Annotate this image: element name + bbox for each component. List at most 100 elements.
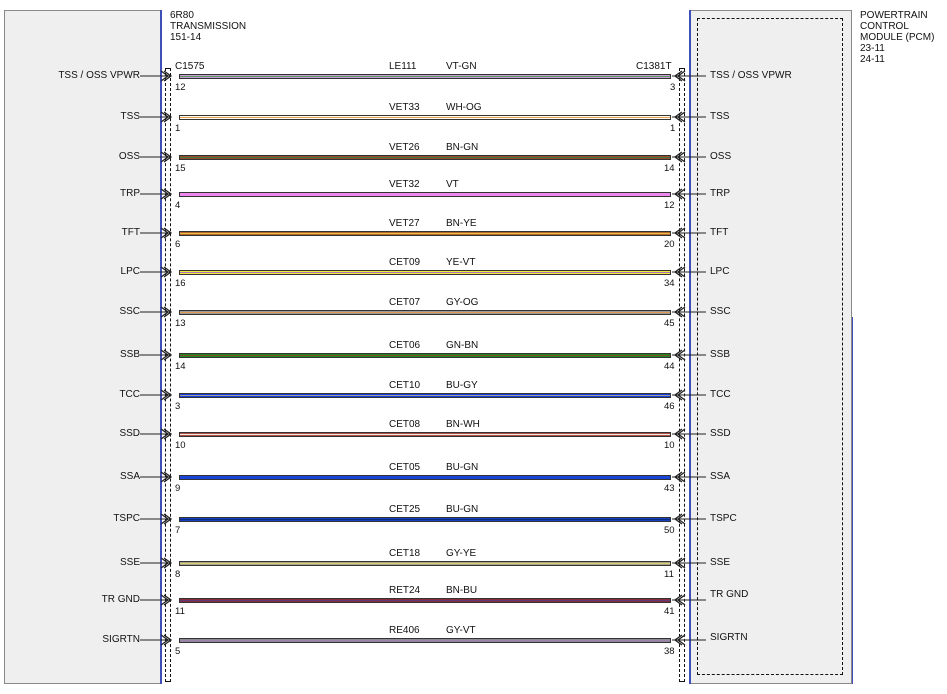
wire	[179, 155, 671, 160]
right-pin-number: 1	[670, 123, 676, 134]
wire-stripe	[180, 563, 670, 564]
left-pin-number: 16	[175, 278, 186, 289]
circuit-id: VET32	[389, 179, 420, 190]
wire-color-code: BN-GN	[446, 142, 479, 153]
right-signal-label: TRP	[710, 188, 730, 199]
wire-stripe	[180, 157, 670, 158]
transmission-module-title: 6R80 TRANSMISSION 151-14	[170, 10, 246, 43]
left-pin-number: 14	[175, 361, 186, 372]
wire-color-code: BU-GN	[446, 462, 479, 473]
wire-stripe	[180, 233, 670, 234]
left-signal-label: TFT	[121, 227, 140, 238]
right-pin-connector-icon	[672, 557, 706, 569]
left-pin-number: 10	[175, 440, 186, 451]
left-pin-connector-icon	[140, 227, 173, 239]
left-signal-label: TCC	[119, 389, 140, 400]
pcm-title-line-5: 24-11	[860, 54, 885, 65]
wire-color-code: VT	[446, 179, 459, 190]
circuit-id: CET07	[389, 297, 421, 308]
wire	[179, 638, 671, 643]
circuit-id: LE111	[389, 61, 417, 72]
left-signal-label: TR GND	[101, 594, 140, 605]
circuit-id: VET27	[389, 218, 420, 229]
right-pin-connector-icon	[672, 428, 706, 440]
left-pin-connector-icon	[140, 151, 173, 163]
right-signal-label: TSS / OSS VPWR	[710, 70, 792, 81]
left-signal-label: SSD	[119, 428, 140, 439]
wire-stripe	[180, 477, 670, 478]
wire-color-code: VT-GN	[446, 61, 477, 72]
right-signal-label: SSE	[710, 557, 731, 568]
left-pin-connector-icon	[140, 349, 173, 361]
right-signal-label: SSD	[710, 428, 731, 439]
right-signal-label: TCC	[710, 389, 731, 400]
right-pin-connector-icon	[672, 594, 706, 606]
right-pin-connector-icon	[672, 111, 706, 123]
right-pin-connector-icon	[672, 349, 706, 361]
left-signal-label: SIGRTN	[102, 634, 140, 645]
left-pin-connector-icon	[140, 557, 173, 569]
wire	[179, 115, 671, 120]
wire	[179, 561, 671, 566]
wire-color-code: BU-GN	[446, 504, 479, 515]
left-pin-number: 13	[175, 318, 186, 329]
right-pin-connector-icon	[672, 634, 706, 646]
wire-stripe	[180, 600, 670, 601]
wire-stripe	[180, 434, 670, 435]
right-pin-number: 12	[664, 200, 675, 211]
circuit-id: CET08	[389, 419, 421, 430]
right-connector-id: C1381T	[636, 61, 672, 72]
right-pin-connector-icon	[672, 306, 706, 318]
circuit-id: CET06	[389, 340, 421, 351]
left-signal-label: OSS	[118, 151, 140, 162]
transmission-title-line-1: 6R80	[170, 10, 194, 21]
wire	[179, 432, 671, 437]
pcm-title-line-3: MODULE (PCM)	[860, 32, 935, 43]
circuit-id: CET09	[389, 257, 421, 268]
right-signal-label: SIGRTN	[710, 632, 748, 643]
right-signal-label: TSPC	[710, 513, 737, 524]
circuit-id: CET10	[389, 380, 421, 391]
wire	[179, 598, 671, 603]
circuit-id: CET25	[389, 504, 421, 515]
left-signal-label: SSA	[119, 471, 140, 482]
right-pin-number: 43	[664, 483, 675, 494]
circuit-id: VET26	[389, 142, 420, 153]
wire-stripe	[180, 640, 670, 641]
pcm-module-border-right	[852, 317, 853, 684]
left-signal-label: TSPC	[113, 513, 140, 524]
wire-stripe	[180, 395, 670, 396]
left-signal-label: TRP	[120, 188, 140, 199]
left-pin-connector-icon	[140, 266, 173, 278]
pcm-module-title: POWERTRAIN CONTROL MODULE (PCM) 23-11 24…	[860, 10, 934, 65]
wire	[179, 475, 671, 480]
wire-stripe	[180, 194, 670, 195]
left-pin-connector-icon	[140, 389, 173, 401]
wire	[179, 353, 671, 358]
left-signal-label: SSC	[119, 306, 140, 317]
left-pin-connector-icon	[140, 471, 173, 483]
circuit-id: CET18	[389, 548, 421, 559]
right-pin-connector-icon	[672, 266, 706, 278]
left-pin-connector-icon	[140, 513, 173, 525]
right-pin-number: 11	[664, 569, 674, 580]
left-signal-label: SSB	[119, 349, 140, 360]
transmission-title-line-2: TRANSMISSION	[170, 21, 247, 32]
wire-color-code: BN-BU	[446, 585, 478, 596]
wire	[179, 270, 671, 275]
right-signal-label: TFT	[710, 227, 729, 238]
wire-color-code: YE-VT	[446, 257, 476, 268]
left-connector-id: C1575	[175, 61, 205, 72]
left-signal-label: LPC	[120, 266, 140, 277]
pcm-title-line-2: CONTROL	[860, 21, 909, 32]
wire-stripe	[180, 272, 670, 273]
right-pin-number: 34	[664, 278, 675, 289]
wire-stripe	[180, 312, 670, 313]
right-pin-number: 50	[664, 525, 675, 536]
left-pin-number: 8	[175, 569, 181, 580]
left-pin-connector-icon	[140, 111, 173, 123]
transmission-title-line-3: 151-14	[170, 32, 202, 43]
right-signal-label: TR GND	[710, 589, 749, 600]
right-signal-label: SSA	[710, 471, 731, 482]
left-pin-connector-icon	[140, 306, 173, 318]
